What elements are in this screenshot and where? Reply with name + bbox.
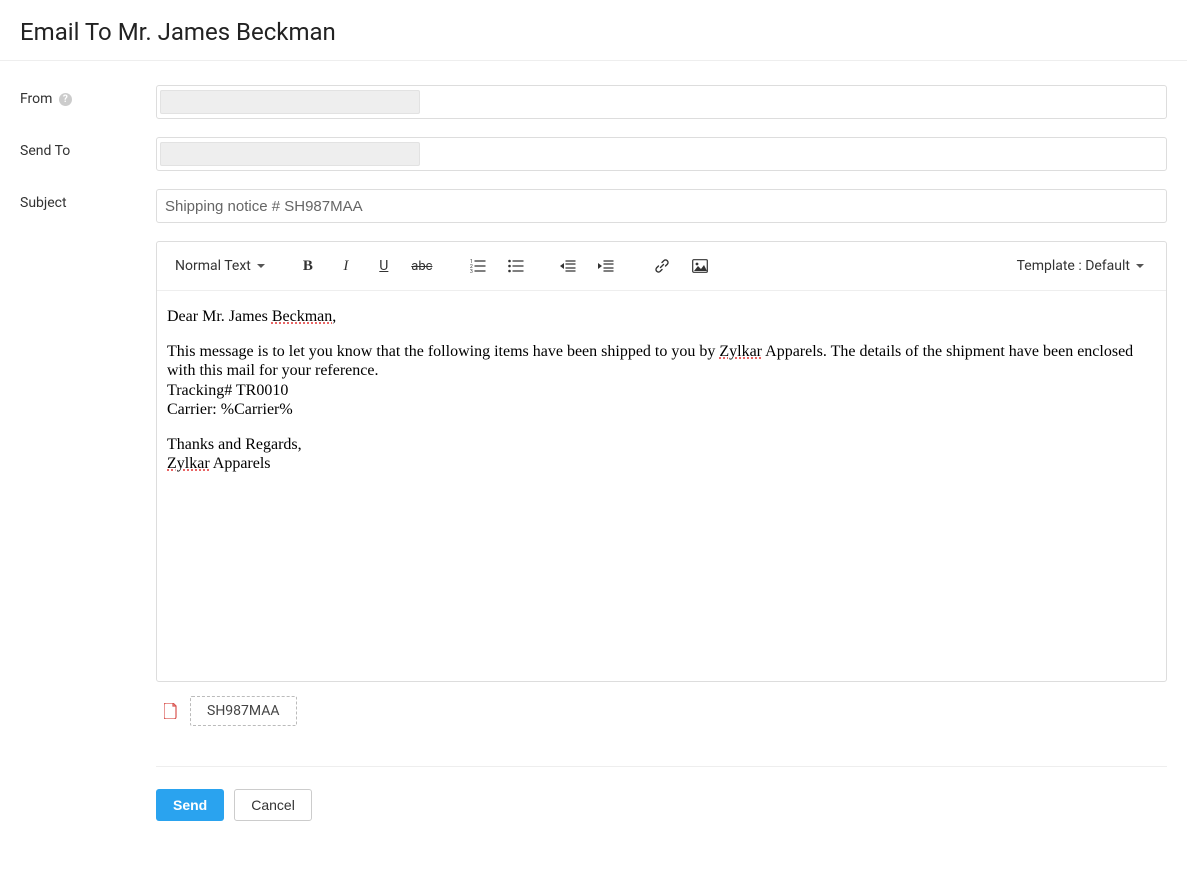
ordered-list-icon: 123 xyxy=(470,259,486,273)
strikethrough-button[interactable]: abc xyxy=(405,252,439,280)
svg-text:3: 3 xyxy=(470,269,473,273)
subject-input[interactable] xyxy=(156,189,1167,223)
format-dropdown-label: Normal Text xyxy=(175,258,251,274)
subject-label: Subject xyxy=(20,189,156,211)
link-icon xyxy=(654,258,670,274)
attachment-row: SH987MAA xyxy=(164,696,1167,726)
send-to-label: Send To xyxy=(20,137,156,159)
from-value-pill[interactable] xyxy=(160,90,420,114)
unordered-list-button[interactable] xyxy=(499,252,533,280)
header-divider xyxy=(0,60,1187,61)
body-text: , xyxy=(332,308,336,325)
italic-button[interactable]: I xyxy=(329,252,363,280)
chevron-down-icon xyxy=(257,264,265,268)
bold-button[interactable]: B xyxy=(291,252,325,280)
send-button[interactable]: Send xyxy=(156,789,224,821)
actions-bar: Send Cancel xyxy=(156,789,1167,821)
attachment-chip[interactable]: SH987MAA xyxy=(190,696,297,726)
template-dropdown-label: Template : Default xyxy=(1017,258,1130,274)
body-text: Zylkar xyxy=(719,343,762,360)
indent-button[interactable] xyxy=(589,252,623,280)
ordered-list-button[interactable]: 123 xyxy=(461,252,495,280)
outdent-icon xyxy=(560,259,576,273)
body-text: Zylkar xyxy=(167,455,210,472)
image-icon xyxy=(692,259,708,273)
page-title: Email To Mr. James Beckman xyxy=(20,18,1167,46)
editor-row: Normal Text B I U abc 123 xyxy=(20,241,1167,821)
link-button[interactable] xyxy=(645,252,679,280)
send-to-value-pill[interactable] xyxy=(160,142,420,166)
body-text: Apparels xyxy=(210,455,271,472)
from-field[interactable] xyxy=(156,85,1167,119)
indent-icon xyxy=(598,259,614,273)
body-text: Carrier: %Carrier% xyxy=(167,400,1156,419)
body-text: Thanks and Regards, xyxy=(167,435,1156,454)
image-button[interactable] xyxy=(683,252,717,280)
body-text: This message is to let you know that the… xyxy=(167,343,719,360)
from-label-text: From xyxy=(20,91,52,107)
template-dropdown[interactable]: Template : Default xyxy=(1013,258,1152,274)
footer-divider xyxy=(156,766,1167,767)
subject-row: Subject xyxy=(20,189,1167,223)
help-icon[interactable]: ? xyxy=(59,93,72,106)
outdent-button[interactable] xyxy=(551,252,585,280)
body-text: Beckman xyxy=(272,308,332,325)
from-label: From ? xyxy=(20,85,156,107)
cancel-button[interactable]: Cancel xyxy=(234,789,312,821)
editor-toolbar: Normal Text B I U abc 123 xyxy=(157,242,1166,291)
send-to-field[interactable] xyxy=(156,137,1167,171)
send-to-row: Send To xyxy=(20,137,1167,171)
underline-button[interactable]: U xyxy=(367,252,401,280)
body-text: Dear Mr. James xyxy=(167,308,272,325)
pdf-icon xyxy=(164,703,178,719)
format-dropdown[interactable]: Normal Text xyxy=(171,258,273,274)
unordered-list-icon xyxy=(508,259,524,273)
body-text: Tracking# TR0010 xyxy=(167,381,1156,400)
editor-body[interactable]: Dear Mr. James Beckman, This message is … xyxy=(157,291,1166,681)
from-row: From ? xyxy=(20,85,1167,119)
chevron-down-icon xyxy=(1136,264,1144,268)
editor-box: Normal Text B I U abc 123 xyxy=(156,241,1167,682)
